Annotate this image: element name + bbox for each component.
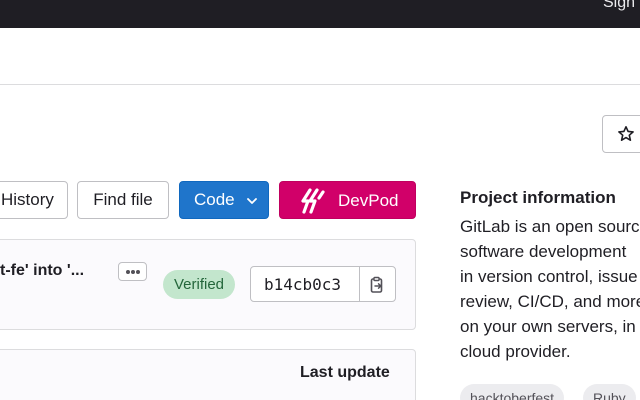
code-dropdown-button[interactable]: Code — [179, 181, 269, 219]
verified-badge-label: Verified — [173, 276, 225, 293]
project-description-line: software development — [460, 242, 627, 261]
commit-sha-group: b14cb0c3 — [250, 266, 396, 302]
project-description-line: cloud provider. — [460, 342, 571, 361]
secondary-header-bar — [0, 28, 640, 85]
star-icon — [618, 126, 634, 141]
find-file-button[interactable]: Find file — [77, 181, 169, 219]
project-description-line: review, CI/CD, and more — [460, 292, 640, 311]
verified-badge[interactable]: Verified — [163, 270, 235, 299]
devpod-logo-icon — [301, 188, 325, 214]
find-file-button-label: Find file — [93, 190, 153, 209]
sha-divider — [359, 267, 360, 301]
top-navigation-bar: Sign in — [0, 0, 640, 28]
star-button[interactable] — [602, 115, 640, 153]
copy-to-clipboard-icon[interactable] — [368, 276, 386, 294]
commit-sha[interactable]: b14cb0c3 — [264, 275, 341, 294]
devpod-button[interactable]: DevPod — [279, 181, 416, 219]
topic-badge-ruby[interactable]: Ruby — [583, 384, 636, 400]
code-button-label: Code — [194, 190, 235, 209]
history-button[interactable]: History — [0, 181, 68, 219]
project-information-heading: Project information — [460, 188, 616, 207]
chevron-down-icon — [247, 198, 257, 204]
devpod-button-label: DevPod — [338, 191, 399, 210]
project-description-line: in version control, issue — [460, 267, 638, 286]
last-update-column-header: Last update — [300, 364, 390, 381]
topic-badge-hacktoberfest[interactable]: hacktoberfest — [460, 384, 565, 400]
sign-in-link[interactable]: Sign in — [603, 0, 640, 12]
toggle-commit-description-button[interactable] — [118, 262, 147, 281]
commit-message-link[interactable]: t-fe' into '... — [0, 262, 84, 280]
project-description-line: on your own servers, in — [460, 317, 636, 336]
project-description-line: GitLab is an open source — [460, 217, 640, 236]
project-description: GitLab is an open source software develo… — [460, 214, 640, 364]
history-button-label: History — [1, 190, 54, 209]
